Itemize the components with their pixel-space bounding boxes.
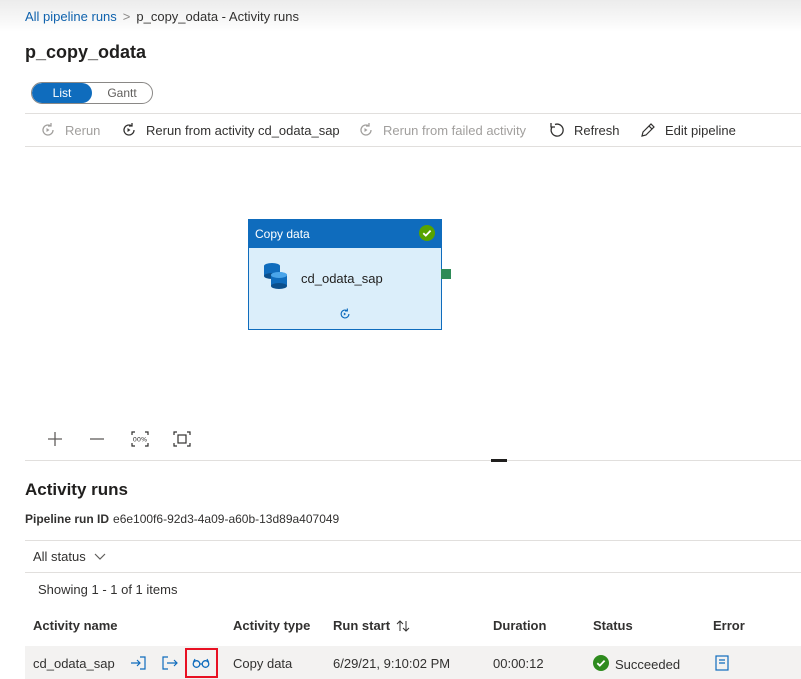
showing-count: Showing 1 - 1 of 1 items [38, 582, 178, 597]
filter-bar: All status [25, 540, 801, 573]
copy-data-activity-node[interactable]: Copy data cd_odata_sap [248, 219, 442, 330]
node-type-label: Copy data [255, 227, 310, 241]
gantt-view-option[interactable]: Gantt [92, 83, 152, 103]
rerun-button[interactable]: Rerun [39, 121, 100, 139]
status-filter-dropdown[interactable]: All status [33, 549, 106, 564]
pipeline-run-id: Pipeline run ID e6e100f6-92d3-4a09-a60b-1… [25, 512, 339, 526]
page-title: p_copy_odata [25, 42, 147, 62]
breadcrumb-current: p_copy_odata - Activity runs [136, 9, 299, 24]
node-body: cd_odata_sap [249, 248, 441, 295]
rerun-from-activity-label: Rerun from activity cd_odata_sap [146, 122, 340, 138]
activity-runs-title: Activity runs [25, 480, 128, 499]
status-filter-label: All status [33, 549, 86, 564]
rerun-from-failed-button[interactable]: Rerun from failed activity [357, 121, 526, 139]
refresh-label: Refresh [574, 122, 620, 138]
status-text: Succeeded [615, 657, 681, 672]
view-toggle: List Gantt [31, 82, 153, 104]
pipeline-run-id-value: e6e100f6-92d3-4a09-a60b-13d89a407049 [113, 512, 340, 526]
sort-icon [396, 619, 410, 632]
rerun-from-activity-icon [120, 121, 138, 139]
node-rerun-icon[interactable] [338, 307, 352, 326]
zoom-in-icon[interactable] [45, 430, 65, 448]
cell-duration: 00:00:12 [493, 656, 544, 671]
cell-activity-name: cd_odata_sap [33, 656, 115, 671]
column-header-activity-name: Activity name [33, 618, 118, 633]
error-details-icon[interactable] [713, 655, 731, 671]
database-copy-icon [263, 262, 289, 295]
column-header-activity-type: Activity type [233, 618, 311, 633]
cell-activity-type: Copy data [233, 656, 293, 671]
breadcrumb-all-pipeline-runs-link[interactable]: All pipeline runs [25, 9, 117, 24]
breadcrumb-separator: > [122, 9, 131, 24]
node-header: Copy data [249, 220, 441, 248]
cell-run-start: 6/29/21, 9:10:02 PM [333, 656, 451, 671]
rerun-from-activity-button[interactable]: Rerun from activity cd_odata_sap [120, 121, 340, 139]
panel-resize-handle[interactable] [491, 459, 507, 462]
refresh-button[interactable]: Refresh [548, 121, 620, 139]
panel-divider [25, 460, 801, 461]
cell-status: Succeeded [593, 655, 680, 674]
refresh-icon [548, 121, 566, 139]
input-icon[interactable] [129, 655, 147, 671]
column-header-run-start[interactable]: Run start [333, 618, 410, 633]
list-view-option[interactable]: List [32, 83, 92, 103]
rerun-from-failed-label: Rerun from failed activity [383, 122, 527, 138]
toolbar: Rerun Rerun from activity cd_odata_sap R… [25, 113, 801, 147]
node-success-output-port[interactable] [441, 269, 451, 279]
rerun-label: Rerun [65, 122, 101, 138]
details-icon-highlight [185, 648, 218, 678]
edit-pipeline-label: Edit pipeline [665, 122, 736, 138]
svg-text:00%: 00% [133, 436, 147, 444]
rerun-from-failed-icon [357, 121, 375, 139]
fit-to-screen-icon[interactable] [172, 430, 192, 448]
pipeline-run-id-label: Pipeline run ID [25, 512, 110, 526]
top-bar: All pipeline runs > p_copy_odata - Activit… [0, 0, 801, 32]
pencil-icon [639, 121, 657, 139]
rerun-icon [39, 121, 57, 139]
node-activity-name: cd_odata_sap [301, 271, 383, 286]
edit-pipeline-button[interactable]: Edit pipeline [639, 121, 736, 139]
zoom-out-icon[interactable] [87, 430, 107, 448]
column-header-run-start-label: Run start [333, 618, 391, 633]
chevron-down-icon [86, 549, 106, 564]
succeeded-check-icon [593, 655, 609, 674]
column-header-duration: Duration [493, 618, 547, 633]
output-icon[interactable] [161, 655, 179, 671]
zoom-100-icon[interactable]: 00% [130, 430, 150, 448]
column-header-error: Error [713, 618, 745, 633]
column-header-status: Status [593, 618, 633, 633]
breadcrumb: All pipeline runs > p_copy_odata - Activit… [25, 9, 299, 24]
success-check-icon [419, 224, 435, 244]
